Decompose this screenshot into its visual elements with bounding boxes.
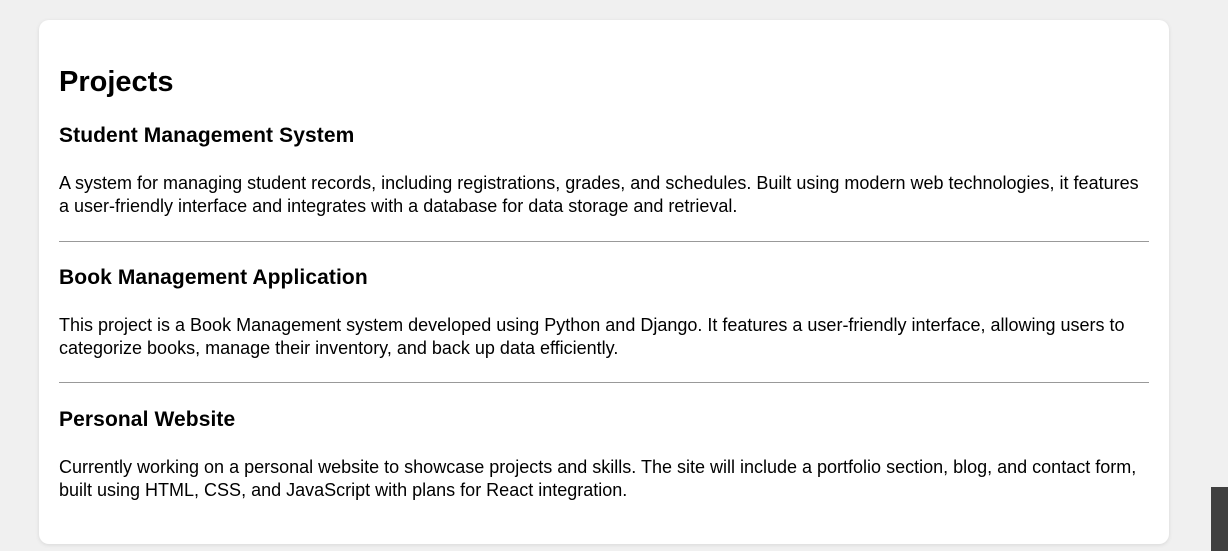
project-item: Student Management System A system for m… (59, 122, 1149, 218)
project-title: Student Management System (59, 124, 355, 147)
scrollbar-thumb[interactable] (1211, 487, 1228, 551)
scrollbar-track[interactable] (1211, 0, 1228, 551)
page-title: Projects (59, 66, 174, 98)
viewport: Projects Student Management System A sys… (0, 0, 1228, 551)
projects-card: Projects Student Management System A sys… (39, 20, 1169, 544)
project-description: This project is a Book Management system… (59, 315, 1125, 358)
project-description: A system for managing student records, i… (59, 173, 1139, 216)
project-title: Book Management Application (59, 266, 368, 289)
project-divider (59, 382, 1149, 383)
project-item: Book Management Application This project… (59, 264, 1149, 360)
project-divider (59, 241, 1149, 242)
project-title: Personal Website (59, 408, 236, 431)
project-item: Personal Website Currently working on a … (59, 406, 1149, 502)
project-description: Currently working on a personal website … (59, 457, 1137, 500)
